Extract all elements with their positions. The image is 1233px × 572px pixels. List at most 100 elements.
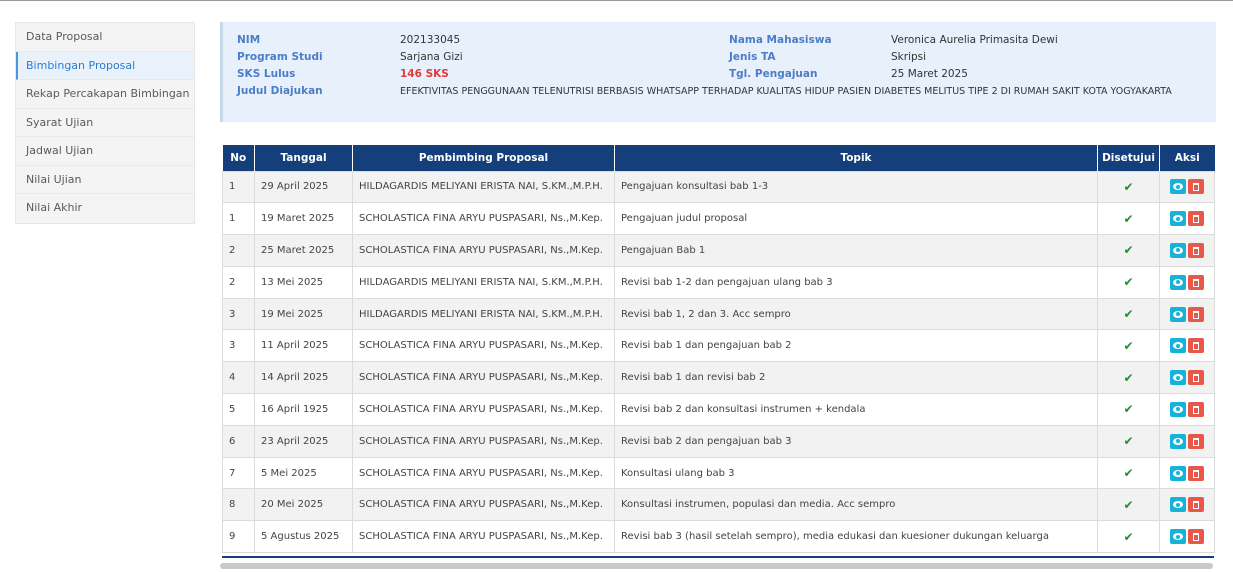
delete-button[interactable]	[1188, 211, 1204, 227]
sidebar-item-syarat-ujian[interactable]: Syarat Ujian	[16, 109, 194, 137]
cell-topik: Pengajuan judul proposal	[614, 202, 1098, 236]
sidebar-item-rekap-percakapan[interactable]: Rekap Percakapan Bimbingan	[16, 80, 194, 109]
delete-button[interactable]	[1188, 179, 1204, 195]
eye-icon	[1173, 533, 1183, 541]
cell-no: 1	[222, 170, 255, 204]
cell-topik: Revisi bab 1 dan revisi bab 2	[614, 361, 1098, 395]
cell-disetujui: ✔	[1097, 265, 1160, 299]
delete-button[interactable]	[1188, 242, 1204, 258]
eye-icon	[1173, 374, 1183, 382]
cell-disetujui: ✔	[1097, 297, 1160, 331]
cell-topik: Revisi bab 2 dan pengajuan bab 3	[614, 424, 1098, 458]
view-button[interactable]	[1170, 242, 1186, 258]
delete-button[interactable]	[1188, 401, 1204, 417]
sks-value: 146 SKS	[400, 68, 449, 80]
cell-tanggal: 14 April 2025	[254, 361, 353, 395]
cell-disetujui: ✔	[1097, 424, 1160, 458]
cell-disetujui: ✔	[1097, 456, 1160, 490]
view-button[interactable]	[1170, 497, 1186, 513]
table-row: 2 13 Mei 2025 HILDAGARDIS MELIYANI ERISTA …	[222, 265, 1215, 299]
jenis-value: Skripsi	[891, 51, 927, 63]
view-button[interactable]	[1170, 211, 1186, 227]
cell-pembimbing: SCHOLASTICA FINA ARYU PUSPASARI, Ns.,M.K…	[352, 488, 615, 522]
table-row: 3 11 April 2025 SCHOLASTICA FINA ARYU PUSP…	[222, 329, 1215, 363]
view-button[interactable]	[1170, 433, 1186, 449]
view-button[interactable]	[1170, 306, 1186, 322]
trash-icon	[1193, 405, 1199, 414]
eye-icon	[1173, 215, 1183, 223]
table-row: 8 20 Mei 2025 SCHOLASTICA FINA ARYU PUSPAS…	[222, 488, 1215, 522]
info-row-sks: SKS Lulus 146 SKS Tgl. Pengajuan 25 Mare…	[223, 66, 1213, 83]
cell-tanggal: 13 Mei 2025	[254, 265, 353, 299]
view-button[interactable]	[1170, 465, 1186, 481]
view-button[interactable]	[1170, 370, 1186, 386]
delete-button[interactable]	[1188, 529, 1204, 545]
sidebar-item-jadwal-ujian[interactable]: Jadwal Ujian	[16, 137, 194, 166]
cell-pembimbing: HILDAGARDIS MELIYANI ERISTA NAI, S.KM.,M…	[352, 297, 615, 331]
delete-button[interactable]	[1188, 274, 1204, 290]
nim-label: NIM	[237, 34, 261, 46]
sidebar-item-bimbingan-proposal[interactable]: Bimbingan Proposal	[16, 51, 194, 80]
cell-disetujui: ✔	[1097, 329, 1160, 363]
sidebar-item-nilai-akhir[interactable]: Nilai Akhir	[16, 194, 194, 223]
table-row: 95 Agustus 2025 SCHOLASTICA FINA ARYU PUS…	[222, 520, 1215, 554]
cell-topik: Konsultasi instrumen, populasi dan media…	[614, 488, 1098, 522]
cell-tanggal: 5 Agustus 2025	[254, 520, 353, 554]
eye-icon	[1173, 183, 1183, 191]
delete-button[interactable]	[1188, 433, 1204, 449]
cell-disetujui: ✔	[1097, 520, 1160, 554]
delete-button[interactable]	[1188, 370, 1204, 386]
cell-pembimbing: SCHOLASTICA FINA ARYU PUSPASARI, Ns.,M.K…	[352, 456, 615, 490]
table-row: 2 25 Maret 2025 SCHOLASTICA FINA ARYU PUSP…	[222, 234, 1215, 267]
eye-icon	[1173, 246, 1183, 254]
sidebar-item-data-proposal[interactable]: Data Proposal	[16, 23, 194, 52]
trash-icon	[1193, 342, 1199, 351]
info-row-prodi: Program Studi Sarjana Gizi Jenis TA Skri…	[223, 49, 1213, 66]
delete-button[interactable]	[1188, 465, 1204, 481]
eye-icon	[1173, 469, 1183, 477]
cell-topik: Pengajuan konsultasi bab 1-3	[614, 170, 1098, 204]
trash-icon	[1193, 183, 1199, 192]
table-header-row: No Tanggal Pembimbing Proposal Topik Dis…	[222, 145, 1215, 171]
eye-icon	[1173, 405, 1183, 413]
eye-icon	[1173, 342, 1183, 350]
trash-icon	[1193, 437, 1199, 446]
cell-aksi	[1159, 297, 1215, 331]
cell-topik: Revisi bab 3 (hasil setelah sempro), med…	[614, 520, 1098, 554]
cell-pembimbing: SCHOLASTICA FINA ARYU PUSPASARI, Ns.,M.K…	[352, 329, 615, 363]
sidebar-item-nilai-ujian[interactable]: Nilai Ujian	[16, 166, 194, 194]
eye-icon	[1173, 437, 1183, 445]
view-button[interactable]	[1170, 274, 1186, 290]
info-row-judul: Judul Diajukan EFEKTIVITAS PENGGUNAAN TE…	[223, 83, 1213, 100]
cell-tanggal: 20 Mei 2025	[254, 488, 353, 522]
trash-icon	[1193, 374, 1199, 383]
delete-button[interactable]	[1188, 306, 1204, 322]
eye-icon	[1173, 501, 1183, 509]
delete-button[interactable]	[1188, 497, 1204, 513]
cell-disetujui: ✔	[1097, 170, 1160, 204]
horizontal-scrollbar[interactable]	[220, 563, 1213, 569]
view-button[interactable]	[1170, 179, 1186, 195]
view-button[interactable]	[1170, 401, 1186, 417]
cell-topik: Revisi bab 1, 2 dan 3. Acc sempro	[614, 297, 1098, 331]
cell-no: 2	[222, 234, 255, 267]
cell-aksi	[1159, 234, 1215, 267]
student-info-panel: NIM 202133045 Nama Mahasiswa Veronica Au…	[220, 22, 1216, 122]
trash-icon	[1193, 215, 1199, 224]
bimbingan-table-wrapper: No Tanggal Pembimbing Proposal Topik Dis…	[222, 145, 1215, 554]
table-row: 3 19 Mei 2025 HILDAGARDIS MELIYANI ERISTA …	[222, 297, 1215, 331]
view-button[interactable]	[1170, 338, 1186, 354]
trash-icon	[1193, 310, 1199, 319]
nama-value: Veronica Aurelia Primasita Dewi	[891, 34, 1058, 46]
cell-pembimbing: HILDAGARDIS MELIYANI ERISTA NAI, S.KM.,M…	[352, 170, 615, 204]
tgl-value: 25 Maret 2025	[891, 68, 968, 80]
cell-pembimbing: SCHOLASTICA FINA ARYU PUSPASARI, Ns.,M.K…	[352, 393, 615, 426]
delete-button[interactable]	[1188, 338, 1204, 354]
cell-no: 4	[222, 361, 255, 395]
judul-value: EFEKTIVITAS PENGGUNAAN TELENUTRISI BERBA…	[400, 86, 1172, 97]
view-button[interactable]	[1170, 529, 1186, 545]
cell-tanggal: 5 Mei 2025	[254, 456, 353, 490]
cell-aksi	[1159, 393, 1215, 426]
cell-aksi	[1159, 424, 1215, 458]
trash-icon	[1193, 469, 1199, 478]
